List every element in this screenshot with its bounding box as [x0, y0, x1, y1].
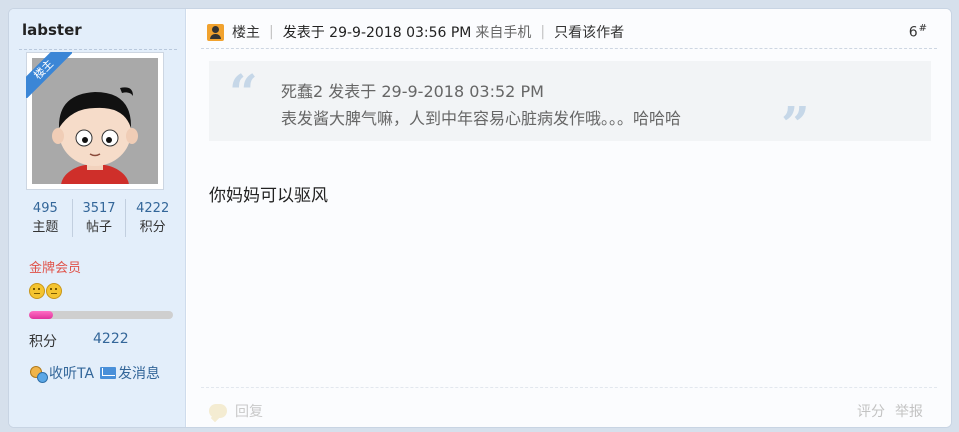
divider: [201, 48, 937, 49]
points-progress-bar: [29, 311, 173, 319]
rank-stars: [29, 283, 62, 299]
op-ribbon-label: 楼主: [26, 52, 72, 98]
stat-value[interactable]: 4222: [126, 199, 179, 219]
post-footer-actions: 评分 举报: [857, 401, 923, 421]
send-message-label: 发消息: [118, 366, 161, 382]
floor-number[interactable]: 6#: [909, 23, 927, 41]
points-value[interactable]: 4222: [93, 331, 129, 347]
divider: [19, 49, 177, 50]
stat-label: 帖子: [86, 220, 113, 235]
points-label: 积分: [29, 334, 57, 350]
post-card: labster 楼主 495 主题 3517 帖子 4222 积分 金牌会员 积…: [8, 8, 952, 428]
follow-icon: [29, 365, 48, 383]
quote-block: “ ” 死蠢2 发表于 29-9-2018 03:52 PM 表发酱大脾气嘛，人…: [209, 61, 931, 154]
close-quote-icon: ”: [781, 95, 810, 154]
op-label: 楼主: [232, 25, 260, 41]
post-timestamp: 发表于 29-9-2018 03:56 PM: [282, 25, 472, 41]
follow-button[interactable]: 收听TA: [29, 363, 94, 383]
quote-text: 表发酱大脾气嘛，人到中年容易心脏病发作哦。。。哈哈哈: [281, 109, 682, 128]
post-body: 你妈妈可以驱风: [209, 186, 328, 206]
op-ribbon: 楼主: [26, 52, 72, 98]
author-username[interactable]: labster: [22, 21, 82, 39]
points-progress-fill: [29, 311, 54, 319]
post-source: 来自手机: [475, 25, 532, 41]
only-this-author-link[interactable]: 只看该作者: [554, 22, 624, 42]
stat-label: 积分: [139, 220, 166, 235]
divider: |: [540, 24, 546, 40]
author-profile: labster 楼主 495 主题 3517 帖子 4222 积分 金牌会员 积…: [9, 9, 186, 427]
reply-label: 回复: [235, 404, 263, 420]
reply-button[interactable]: 回复: [209, 401, 263, 421]
follow-label: 收听TA: [49, 366, 95, 382]
reply-icon: [209, 404, 227, 418]
divider: |: [269, 24, 274, 40]
stat-posts[interactable]: 3517 帖子: [73, 199, 127, 237]
post-header: 楼主 | 发表于 29-9-2018 03:56 PM 来自手机 | 只看该作者…: [207, 21, 927, 43]
stat-threads[interactable]: 495 主题: [19, 199, 73, 237]
profile-actions: 收听TA 发消息: [29, 363, 166, 383]
report-button[interactable]: 举报: [895, 401, 923, 421]
member-rank[interactable]: 金牌会员: [29, 257, 81, 276]
divider: [201, 387, 937, 388]
open-quote-icon: “: [229, 63, 258, 122]
floor-hash: #: [918, 23, 927, 35]
rate-button[interactable]: 评分: [857, 401, 885, 421]
floor-value: 6: [908, 24, 918, 41]
rank-star-icon: [46, 283, 62, 299]
stat-label: 主题: [32, 220, 59, 235]
stat-value[interactable]: 495: [19, 199, 72, 219]
post-content: 楼主 | 发表于 29-9-2018 03:56 PM 来自手机 | 只看该作者…: [187, 9, 951, 427]
send-message-button[interactable]: 发消息: [100, 363, 160, 383]
quote-author-line: 死蠢2 发表于 29-9-2018 03:52 PM: [281, 82, 544, 101]
rank-star-icon: [29, 283, 45, 299]
stat-points[interactable]: 4222 积分: [126, 199, 179, 237]
stat-value[interactable]: 3517: [73, 199, 126, 219]
author-stats: 495 主题 3517 帖子 4222 积分: [19, 199, 179, 237]
thread-starter-icon: [207, 23, 224, 41]
envelope-icon: [100, 367, 117, 379]
